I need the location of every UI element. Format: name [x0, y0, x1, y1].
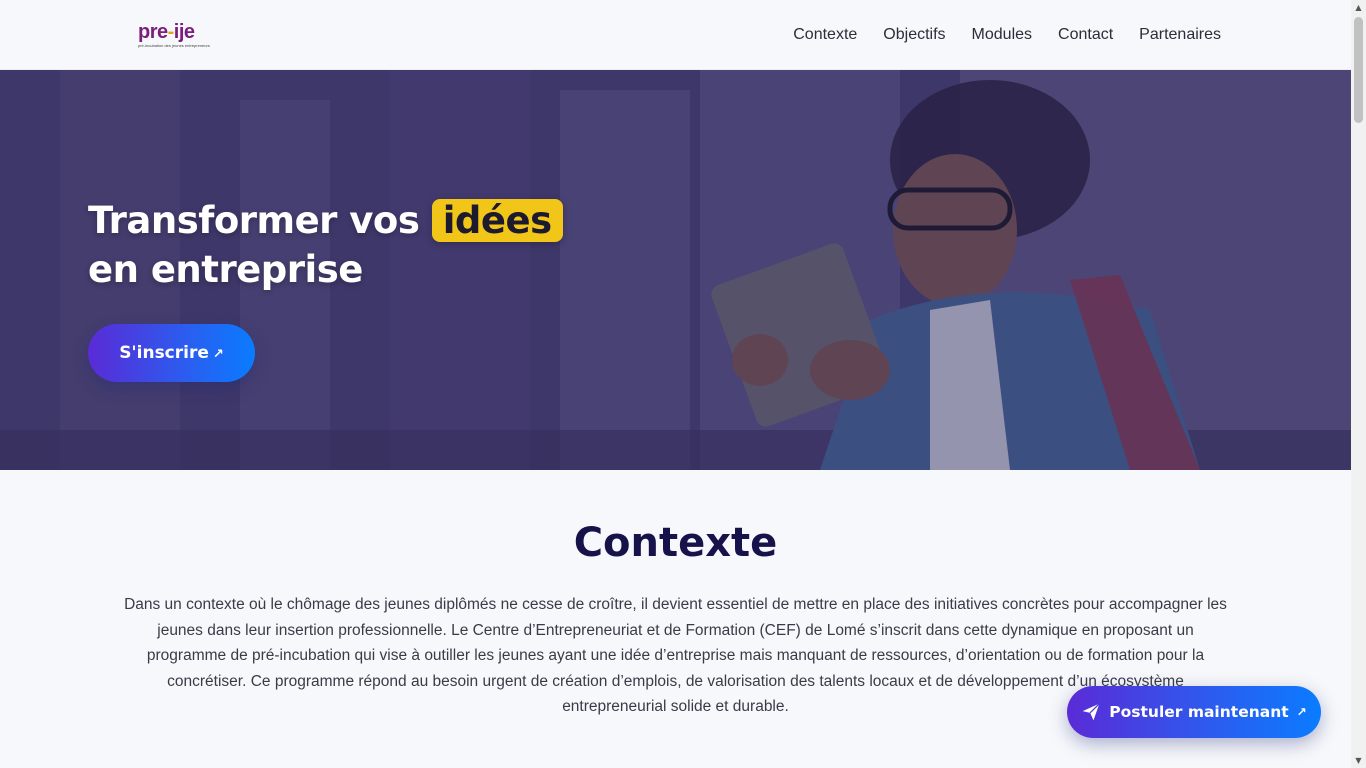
external-arrow-icon: ↗ — [212, 347, 224, 362]
external-arrow-icon: ↗ — [1296, 705, 1307, 719]
logo-wordmark: pre-ije — [138, 21, 195, 43]
hero-banner: Transformer vos idées en entreprise S'in… — [0, 70, 1351, 470]
scroll-thumb[interactable] — [1354, 17, 1363, 123]
section-title-contexte: Contexte — [573, 520, 778, 566]
contexte-paragraph: Dans un contexte où le chômage des jeune… — [124, 596, 1227, 715]
signup-button[interactable]: S'inscrire ↗ — [88, 324, 255, 382]
main-nav: Contexte Objectifs Modules Contact Parte… — [793, 26, 1221, 44]
page-scrollbar[interactable]: ▲ ▼ — [1351, 0, 1366, 768]
apply-now-button[interactable]: Postuler maintenant ↗ — [1067, 686, 1321, 738]
logo-tagline: pré-incubation des jeunes entrepreneurs — [138, 43, 210, 48]
hero-title-part2: en entreprise — [88, 248, 363, 291]
top-navbar: pre-ije pré-incubation des jeunes entrep… — [0, 0, 1351, 70]
hero-title: Transformer vos idées en entreprise — [88, 196, 563, 294]
signup-button-label: S'inscrire — [119, 343, 209, 363]
apply-now-label: Postuler maintenant — [1109, 703, 1289, 721]
scroll-up-arrow-icon[interactable]: ▲ — [1351, 0, 1366, 15]
paper-plane-icon — [1082, 703, 1101, 721]
site-logo[interactable]: pre-ije pré-incubation des jeunes entrep… — [138, 21, 210, 50]
nav-link-partenaires[interactable]: Partenaires — [1139, 26, 1221, 44]
nav-link-contexte[interactable]: Contexte — [793, 26, 857, 44]
nav-link-modules[interactable]: Modules — [972, 26, 1032, 44]
hero-title-highlight: idées — [431, 199, 563, 242]
nav-link-contact[interactable]: Contact — [1058, 26, 1113, 44]
nav-link-objectifs[interactable]: Objectifs — [883, 26, 945, 44]
hero-title-part1: Transformer vos — [88, 199, 432, 242]
scroll-down-arrow-icon[interactable]: ▼ — [1351, 753, 1366, 768]
